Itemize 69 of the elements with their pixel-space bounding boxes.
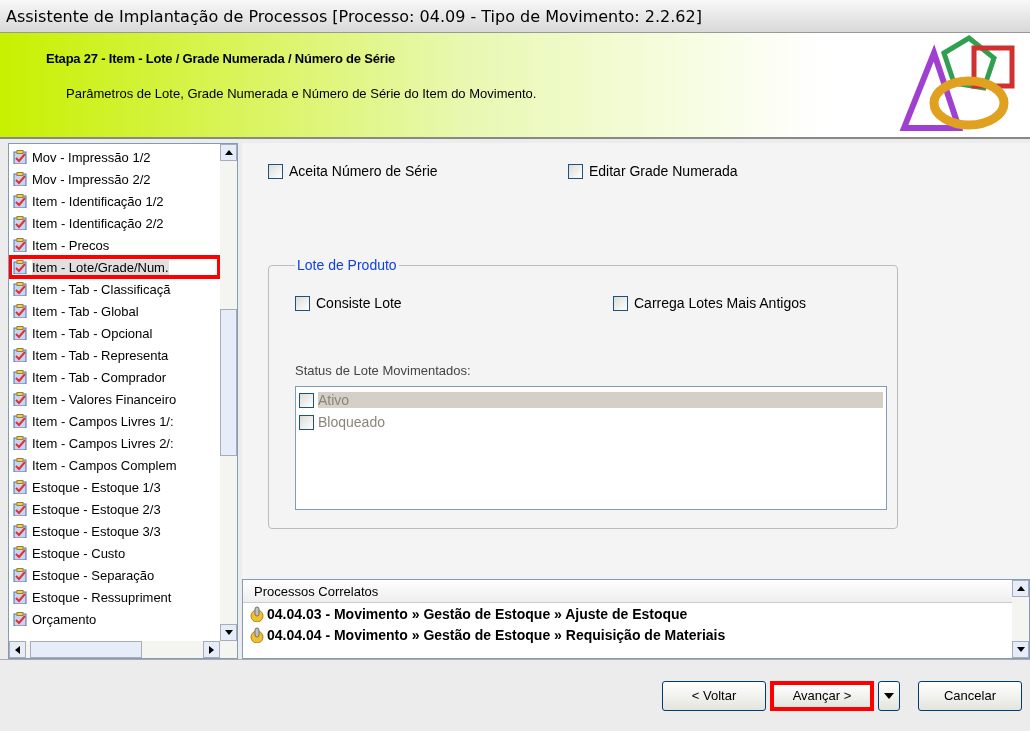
clipboard-check-icon xyxy=(13,304,27,318)
step-item[interactable]: Estoque - Ressupriment xyxy=(9,586,220,608)
scroll-right-icon xyxy=(209,645,214,654)
group-title: Lote de Produto xyxy=(296,257,398,273)
clipboard-check-icon xyxy=(13,370,27,384)
step-item[interactable]: Item - Precos xyxy=(9,234,220,256)
clipboard-check-icon xyxy=(13,150,27,164)
step-item[interactable]: Mov - Impressão 2/2 xyxy=(9,168,220,190)
clipboard-check-icon xyxy=(13,612,27,626)
caret-icon xyxy=(884,692,894,699)
clipboard-check-icon xyxy=(13,260,27,274)
step-item[interactable]: Item - Valores Financeiro xyxy=(9,388,220,410)
step-item[interactable]: Estoque - Estoque 1/3 xyxy=(9,476,220,498)
step-item[interactable]: Item - Lote/Grade/Num. xyxy=(9,256,220,278)
window-title: Assistente de Implantação de Processos [Processo: 04.09 - Tipo de Movimento: 2.2.62] xyxy=(6,6,702,26)
scroll-down-icon xyxy=(1016,647,1025,652)
related-process-link[interactable]: 04.04.03 - Movimento » Gestão de Estoque » Ajuste de Estoque xyxy=(243,603,688,624)
clipboard-check-icon xyxy=(13,524,27,538)
scroll-up-icon xyxy=(224,150,233,155)
step-item[interactable]: Item - Tab - Opcional xyxy=(9,322,220,344)
clipboard-check-icon xyxy=(13,458,27,472)
clipboard-check-icon xyxy=(13,502,27,516)
vertical-scrollbar[interactable] xyxy=(220,144,237,641)
checkbox[interactable]: Editar Grade Numerada xyxy=(568,163,738,179)
clipboard-check-icon xyxy=(13,568,27,582)
dropdown-button[interactable] xyxy=(878,680,900,711)
step-item[interactable]: Orçamento xyxy=(9,608,220,630)
clipboard-check-icon xyxy=(13,392,27,406)
clipboard-check-icon xyxy=(13,590,27,604)
step-item[interactable]: Mov - Impressão 1/2 xyxy=(9,146,220,168)
clipboard-check-icon xyxy=(13,414,27,428)
vertical-scrollbar[interactable] xyxy=(1012,580,1029,658)
next-button[interactable]: Avançar > xyxy=(770,680,874,711)
scroll-up-icon xyxy=(1016,586,1025,591)
step-description: Parâmetros de Lote, Grade Numerada e Número de Série do Item do Movimento. xyxy=(65,86,537,101)
scroll-left-icon xyxy=(15,645,20,654)
step-item[interactable]: Item - Tab - Global xyxy=(9,300,220,322)
step-item[interactable]: Item - Identificação 1/2 xyxy=(9,190,220,212)
step-item[interactable]: Item - Campos Livres 2/: xyxy=(9,432,220,454)
step-item[interactable]: Item - Campos Livres 1/: xyxy=(9,410,220,432)
checkbox[interactable]: Consiste Lote xyxy=(295,295,613,311)
status-label: Status de Lote Movimentados: xyxy=(295,363,472,378)
step-item[interactable]: Item - Identificação 2/2 xyxy=(9,212,220,234)
step-item[interactable]: Estoque - Estoque 3/3 xyxy=(9,520,220,542)
step-item[interactable]: Estoque - Custo xyxy=(9,542,220,564)
step-item[interactable]: Estoque - Separação xyxy=(9,564,220,586)
clipboard-check-icon xyxy=(13,194,27,208)
clipboard-check-icon xyxy=(13,546,27,560)
back-button[interactable]: < Voltar xyxy=(662,680,766,711)
clipboard-check-icon xyxy=(13,480,27,494)
clipboard-check-icon xyxy=(13,436,27,450)
step-item[interactable]: Estoque - Estoque 2/3 xyxy=(9,498,220,520)
clipboard-check-icon xyxy=(13,216,27,230)
clipboard-check-icon xyxy=(13,282,27,296)
clipboard-check-icon xyxy=(13,348,27,362)
related-process-link[interactable]: 04.04.04 - Movimento » Gestão de Estoque » Requisição de Materiais xyxy=(243,624,726,645)
scroll-down-icon xyxy=(224,630,233,635)
clipboard-check-icon xyxy=(13,326,27,340)
step-item[interactable]: Item - Campos Complem xyxy=(9,454,220,476)
clipboard-check-icon xyxy=(13,238,27,252)
horizontal-scrollbar[interactable] xyxy=(9,641,237,658)
step-item[interactable]: Item - Tab - Representa xyxy=(9,344,220,366)
clipboard-check-icon xyxy=(13,172,27,186)
step-title: Etapa 27 - Item - Lote / Grade Numerada / Número de Série xyxy=(46,51,397,66)
cancel-button[interactable]: Cancelar xyxy=(918,680,1022,711)
checkbox[interactable]: Carrega Lotes Mais Antigos xyxy=(613,295,806,311)
step-item[interactable]: Item - Tab - Classificaçã xyxy=(9,278,220,300)
checkbox[interactable]: Aceita Número de Série xyxy=(268,163,568,179)
step-item[interactable]: Item - Tab - Comprador xyxy=(9,366,220,388)
